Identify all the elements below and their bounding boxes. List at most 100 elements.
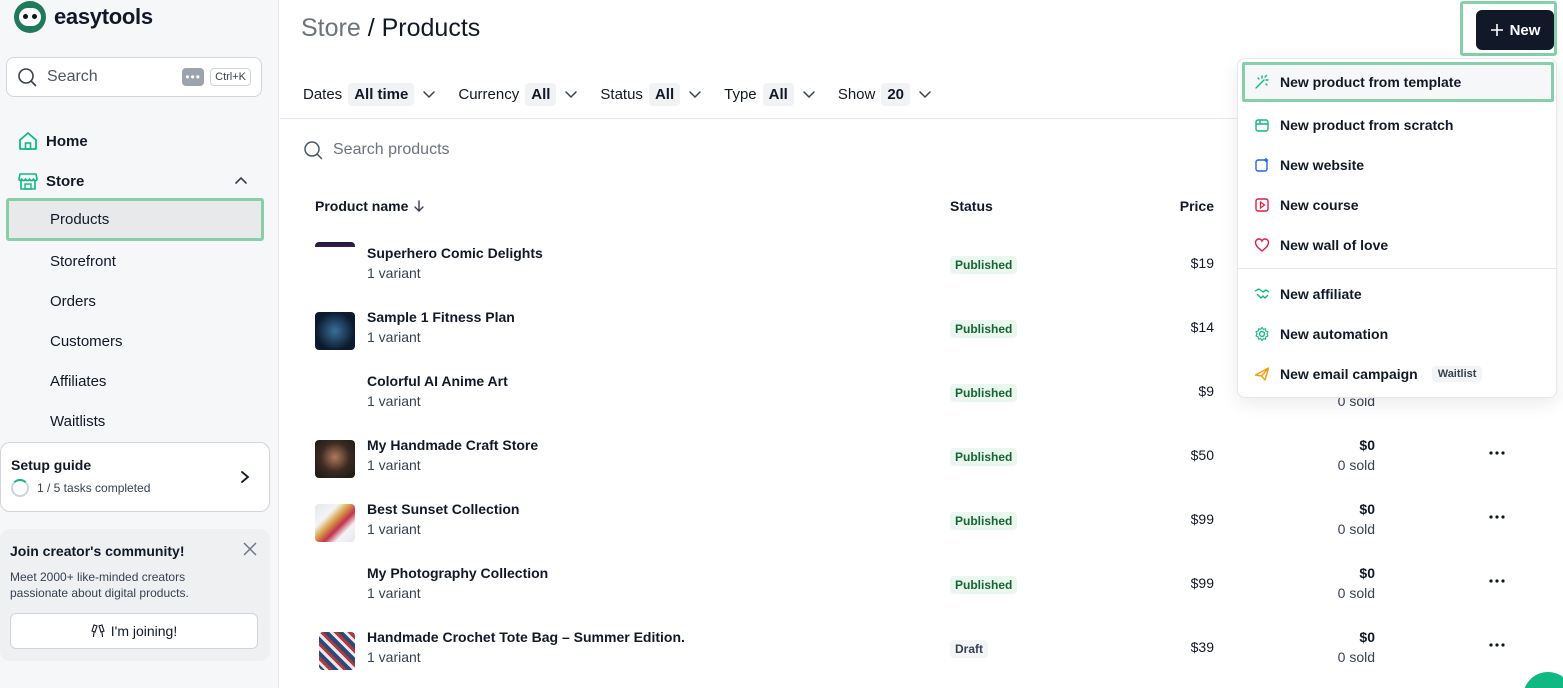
product-variants: 1 variant [367,585,421,601]
sidebar-item-customers[interactable]: Customers [6,321,264,361]
sidebar-item-waitlists[interactable]: Waitlists [6,401,264,441]
sort-arrow-down-icon [414,200,425,212]
product-price: $19 [1190,255,1214,271]
search-label: Search [47,68,98,85]
product-price: $99 [1190,575,1214,591]
product-revenue: $0 [1359,629,1375,645]
filter-type[interactable]: Type All [724,82,816,106]
product-name[interactable]: My Photography Collection [367,565,548,581]
sidebar-item-label: Storefront [50,252,116,270]
sidebar-item-label: Home [46,132,88,150]
status-badge: Published [950,320,1018,338]
chevron-up-icon[interactable] [234,174,248,188]
column-product-name[interactable]: Product name [315,198,426,214]
chevron-down-icon [423,91,436,99]
sloth-logo-icon [14,1,46,33]
search-icon [304,141,323,160]
community-title: Join creator's community! [10,543,185,559]
sidebar-item-label: Store [46,172,85,190]
sidebar-item-storefront[interactable]: Storefront [6,241,264,281]
close-icon[interactable] [242,541,258,557]
chevron-down-icon [803,91,815,99]
product-search-input[interactable]: Search products [303,140,450,160]
chevron-down-icon [689,91,701,99]
product-thumbnail [315,242,355,254]
product-name[interactable]: My Handmade Craft Store [367,437,538,453]
new-button-label: New [1509,21,1541,39]
chevron-right-icon[interactable] [239,470,251,484]
sidebar-item-label: Products [50,211,110,228]
menu-item-new-product-from-template[interactable]: New product from template [1242,62,1554,102]
search-shortcut: Ctrl+K [210,68,251,86]
filter-status[interactable]: Status All [600,82,702,106]
global-search[interactable]: Search ••• Ctrl+K [6,57,262,97]
join-community-button[interactable]: I'm joining! [10,613,258,649]
menu-divider [1238,268,1556,269]
table-row[interactable]: Handmade Crochet Tote Bag – Summer Editi… [280,626,1560,688]
more-options-icon[interactable] [1488,444,1506,462]
gear-icon [1255,326,1269,342]
menu-item-new-automation[interactable]: New automation [1238,314,1558,354]
menu-item-new-course[interactable]: New course [1238,185,1558,225]
more-options-icon[interactable] [1488,572,1506,590]
menu-item-new-email-campaign[interactable]: New email campaign Waitlist [1238,354,1558,394]
app-logo[interactable]: easytools [14,0,153,34]
menu-item-label: New affiliate [1280,286,1362,302]
filter-currency[interactable]: Currency All [458,82,578,106]
more-options-icon[interactable] [1488,508,1506,526]
table-row[interactable]: Best Sunset Collection 1 variant Publish… [280,498,1560,562]
new-button[interactable]: New [1476,10,1554,50]
more-options-icon[interactable] [1488,636,1506,654]
product-name[interactable]: Handmade Crochet Tote Bag – Summer Editi… [367,629,685,645]
chevron-down-icon [919,91,931,99]
column-status[interactable]: Status [950,198,993,214]
product-name[interactable]: Best Sunset Collection [367,501,519,517]
sidebar-item-home[interactable]: Home [6,121,264,161]
menu-item-new-affiliate[interactable]: New affiliate [1238,274,1558,314]
column-price[interactable]: Price [1160,198,1214,214]
product-price: $50 [1190,447,1214,463]
sidebar-item-orders[interactable]: Orders [6,281,264,321]
product-thumbnail [315,504,355,542]
filter-show[interactable]: Show 20 [838,82,932,106]
table-row[interactable]: My Handmade Craft Store 1 variant Publis… [280,434,1560,498]
filter-value: All [525,82,557,106]
table-row[interactable]: My Photography Collection 1 variant Publ… [280,562,1560,626]
column-label: Product name [315,198,409,214]
product-revenue: $0 [1359,437,1375,453]
menu-item-new-wall-of-love[interactable]: New wall of love [1238,225,1558,265]
menu-item-label: New product from scratch [1280,117,1454,133]
menu-item-new-product-from-scratch[interactable]: New product from scratch [1238,105,1558,145]
product-name[interactable]: Sample 1 Fitness Plan [367,309,515,325]
product-sold: 0 sold [1337,649,1375,665]
product-name[interactable]: Superhero Comic Delights [367,245,543,261]
menu-item-label: New course [1280,197,1359,213]
product-thumbnail [315,312,355,350]
breadcrumb-store[interactable]: Store [301,14,361,42]
sidebar-item-products[interactable]: Products [6,198,264,241]
status-badge: Published [950,256,1018,274]
sidebar-item-label: Waitlists [50,412,106,430]
product-variants: 1 variant [367,393,421,409]
menu-item-label: New product from template [1280,74,1462,90]
sidebar-item-store[interactable]: Store [6,161,264,201]
product-price: $99 [1190,511,1214,527]
new-dropdown-menu: New product from template New product fr… [1237,58,1557,398]
product-variants: 1 variant [367,649,421,665]
sidebar-item-affiliates[interactable]: Affiliates [6,361,264,401]
setup-guide-card[interactable]: Setup guide 1 / 5 tasks completed [0,442,270,512]
setup-guide-title: Setup guide [11,457,92,473]
status-badge: Published [950,512,1018,530]
product-sold: 0 sold [1337,585,1375,601]
page-title: Products [381,14,481,42]
product-price: $39 [1190,639,1214,655]
product-search-placeholder: Search products [333,141,450,158]
breadcrumb: Store / Products [301,14,480,43]
product-name[interactable]: Colorful AI Anime Art [367,373,508,389]
filter-dates[interactable]: Dates All time [303,82,436,106]
menu-item-new-website[interactable]: New website [1238,145,1558,185]
product-sold: 0 sold [1337,521,1375,537]
product-thumbnail [319,632,355,670]
product-price: $14 [1190,319,1214,335]
filter-divider [280,118,1280,119]
